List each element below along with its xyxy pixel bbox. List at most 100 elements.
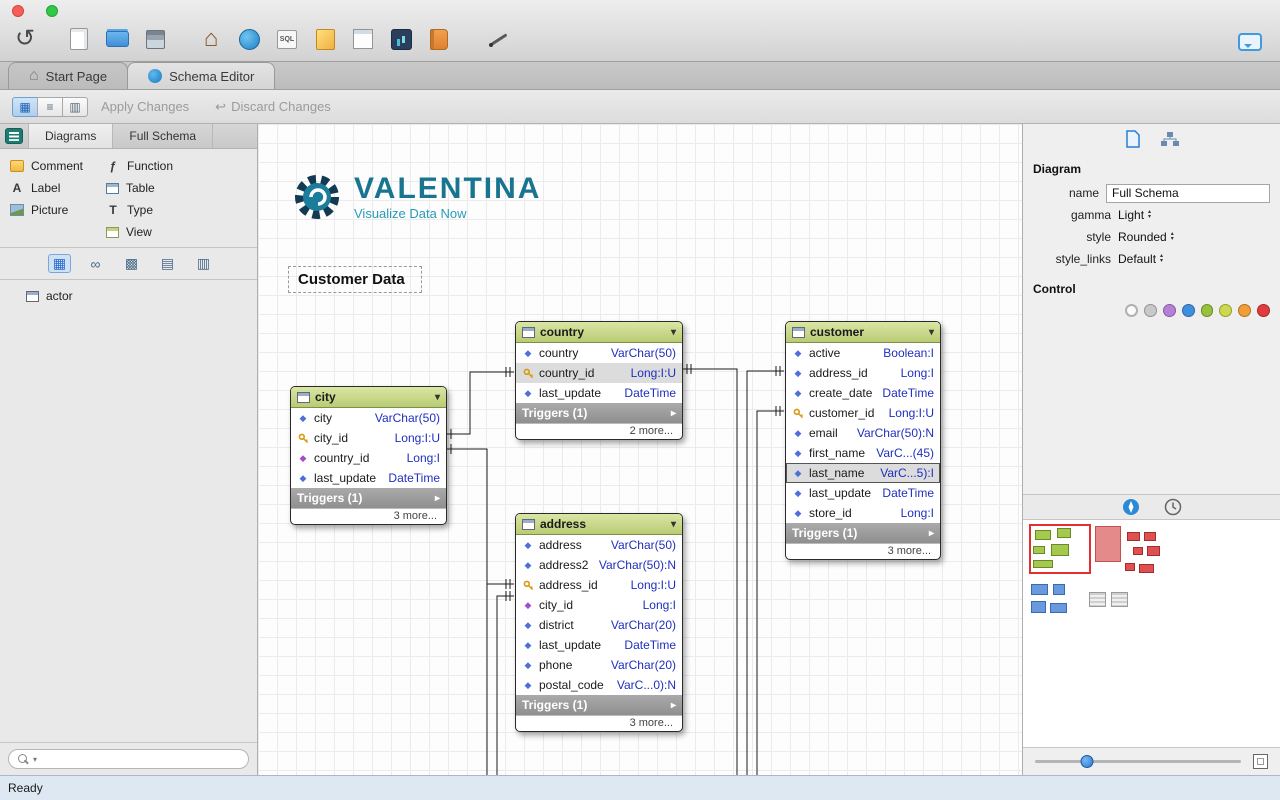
palette-item-view[interactable]: View bbox=[106, 225, 173, 239]
tab-schema-editor[interactable]: Schema Editor bbox=[127, 62, 276, 89]
properties-page-icon[interactable] bbox=[1125, 130, 1141, 148]
color-dot-red[interactable] bbox=[1257, 304, 1271, 317]
color-dot-blue[interactable] bbox=[1181, 304, 1195, 317]
more-fields-link[interactable]: 2 more... bbox=[516, 423, 682, 439]
columns-view-button[interactable]: ▥ bbox=[62, 96, 88, 117]
palette-item-comment[interactable]: Comment bbox=[10, 159, 106, 173]
field-row-address_id[interactable]: address_id Long:I:U bbox=[516, 575, 682, 595]
zoom-fit-icon[interactable] bbox=[1253, 754, 1268, 769]
sidebar-tab-full-schema[interactable]: Full Schema bbox=[112, 124, 214, 148]
home-icon[interactable] bbox=[196, 22, 226, 56]
field-row-phone[interactable]: ◆ phone VarChar(20) bbox=[516, 655, 682, 675]
diagram-name-input[interactable] bbox=[1106, 183, 1270, 203]
undo-icon[interactable] bbox=[10, 22, 40, 56]
field-row-store_id[interactable]: ◆ store_id Long:I bbox=[786, 503, 940, 523]
sql-editor-icon[interactable] bbox=[272, 22, 302, 56]
recent-clock-icon[interactable] bbox=[1164, 498, 1182, 516]
zoom-slider[interactable] bbox=[1035, 755, 1241, 768]
more-fields-link[interactable]: 3 more... bbox=[516, 715, 682, 731]
entity-header[interactable]: city ▾ bbox=[291, 387, 446, 408]
field-row-last_update[interactable]: ◆ last_update DateTime bbox=[786, 483, 940, 503]
more-fields-link[interactable]: 3 more... bbox=[291, 508, 446, 524]
collapse-caret-icon[interactable]: ▾ bbox=[671, 327, 676, 338]
field-row-customer_id[interactable]: customer_id Long:I:U bbox=[786, 403, 940, 423]
entity-table-customer[interactable]: customer ▾ ◆ active Boolean:I ◆ address_id Long… bbox=[785, 321, 941, 560]
field-row-last_update[interactable]: ◆ last_update DateTime bbox=[516, 383, 682, 403]
zoom-window-button[interactable] bbox=[46, 5, 58, 17]
triggers-row[interactable]: Triggers (1) ▸ bbox=[516, 403, 682, 423]
grid-mode-icon[interactable]: ▩ bbox=[120, 254, 143, 273]
palette-item-table[interactable]: Table bbox=[106, 181, 173, 195]
field-row-email[interactable]: ◆ email VarChar(50):N bbox=[786, 423, 940, 443]
field-row-city_id[interactable]: ◆ city_id Long:I bbox=[516, 595, 682, 615]
table-view-button[interactable]: ≡ bbox=[37, 96, 63, 117]
triggers-row[interactable]: Triggers (1) ▸ bbox=[291, 488, 446, 508]
collapse-caret-icon[interactable]: ▾ bbox=[435, 392, 440, 403]
field-row-postal_code[interactable]: ◆ postal_code VarC...0):N bbox=[516, 675, 682, 695]
diagram-label-customer-data[interactable]: Customer Data bbox=[288, 266, 422, 293]
entity-table-city[interactable]: city ▾ ◆ city VarChar(50) city_id Long:I:U ◆ cou… bbox=[290, 386, 447, 525]
color-dot-yellow-green[interactable] bbox=[1219, 304, 1233, 317]
chart-icon[interactable] bbox=[386, 22, 416, 56]
field-row-country[interactable]: ◆ country VarChar(50) bbox=[516, 343, 682, 363]
report-editor-icon[interactable] bbox=[310, 22, 340, 56]
field-row-country_id[interactable]: country_id Long:I:U bbox=[516, 363, 682, 383]
minimap-viewport[interactable] bbox=[1029, 524, 1091, 574]
palette-item-label[interactable]: A Label bbox=[10, 181, 106, 195]
columns-mode-icon[interactable]: ▥ bbox=[192, 254, 215, 273]
field-row-address_id[interactable]: ◆ address_id Long:I bbox=[786, 363, 940, 383]
color-dot-orange[interactable] bbox=[1238, 304, 1252, 317]
search-input[interactable] bbox=[41, 752, 239, 766]
diagram-minimap[interactable] bbox=[1023, 520, 1280, 748]
field-row-country_id[interactable]: ◆ country_id Long:I bbox=[291, 448, 446, 468]
field-row-address[interactable]: ◆ address VarChar(50) bbox=[516, 535, 682, 555]
open-database-icon[interactable] bbox=[102, 22, 132, 56]
collapse-caret-icon[interactable]: ▾ bbox=[929, 327, 934, 338]
palette-item-function[interactable]: ƒ Function bbox=[106, 159, 173, 173]
search-box[interactable]: ▾ bbox=[8, 749, 249, 769]
palette-item-picture[interactable]: Picture bbox=[10, 203, 106, 217]
compass-icon[interactable] bbox=[1122, 498, 1140, 516]
field-row-active[interactable]: ◆ active Boolean:I bbox=[786, 343, 940, 363]
card-mode-icon[interactable]: ▤ bbox=[156, 254, 179, 273]
schema-editor-icon[interactable] bbox=[234, 22, 264, 56]
structure-tree-icon[interactable] bbox=[1160, 131, 1179, 147]
palette-item-type[interactable]: T Type bbox=[106, 203, 173, 217]
diagram-tree[interactable]: actor bbox=[0, 280, 257, 742]
triggers-row[interactable]: Triggers (1) ▸ bbox=[516, 695, 682, 715]
field-row-address2[interactable]: ◆ address2 VarChar(50):N bbox=[516, 555, 682, 575]
field-row-first_name[interactable]: ◆ first_name VarC...(45) bbox=[786, 443, 940, 463]
forms-icon[interactable] bbox=[348, 22, 378, 56]
entity-table-address[interactable]: address ▾ ◆ address VarChar(50) ◆ address2 VarC… bbox=[515, 513, 683, 732]
sidebar-tab-diagrams[interactable]: Diagrams bbox=[28, 124, 114, 148]
entity-header[interactable]: customer ▾ bbox=[786, 322, 940, 343]
field-row-last_name[interactable]: ◆ last_name VarC...5):I bbox=[786, 463, 940, 483]
field-row-create_date[interactable]: ◆ create_date DateTime bbox=[786, 383, 940, 403]
field-row-city[interactable]: ◆ city VarChar(50) bbox=[291, 408, 446, 428]
book-icon[interactable] bbox=[424, 22, 454, 56]
diagram-view-button[interactable]: ▦ bbox=[12, 96, 38, 117]
diagram-canvas[interactable]: VALENTINA Visualize Data Now Customer Da… bbox=[258, 124, 1022, 775]
tab-start-page[interactable]: Start Page bbox=[8, 62, 129, 89]
probe-icon[interactable] bbox=[484, 22, 514, 56]
entity-header[interactable]: country ▾ bbox=[516, 322, 682, 343]
save-icon[interactable] bbox=[140, 22, 170, 56]
triggers-row[interactable]: Triggers (1) ▸ bbox=[786, 523, 940, 543]
entity-table-country[interactable]: country ▾ ◆ country VarChar(50) country_id Lon… bbox=[515, 321, 683, 440]
style-select[interactable]: Rounded ▴ ▾ bbox=[1118, 230, 1174, 244]
color-dot-gray[interactable] bbox=[1143, 304, 1157, 317]
entity-header[interactable]: address ▾ bbox=[516, 514, 682, 535]
link-mode-icon[interactable]: ∞ bbox=[84, 254, 107, 273]
new-document-icon[interactable] bbox=[64, 22, 94, 56]
collapse-caret-icon[interactable]: ▾ bbox=[671, 519, 676, 530]
discard-changes-button[interactable]: ↩ Discard Changes bbox=[215, 99, 331, 115]
search-options-chevron-icon[interactable]: ▾ bbox=[33, 755, 37, 764]
more-fields-link[interactable]: 3 more... bbox=[786, 543, 940, 559]
close-window-button[interactable] bbox=[12, 5, 24, 17]
field-row-last_update[interactable]: ◆ last_update DateTime bbox=[516, 635, 682, 655]
table-mode-icon[interactable]: ▦ bbox=[48, 254, 71, 273]
tree-item-actor[interactable]: actor bbox=[0, 287, 257, 305]
filter-menu-icon[interactable] bbox=[5, 128, 23, 144]
color-dot-purple[interactable] bbox=[1162, 304, 1176, 317]
zoom-slider-thumb[interactable] bbox=[1080, 755, 1093, 768]
